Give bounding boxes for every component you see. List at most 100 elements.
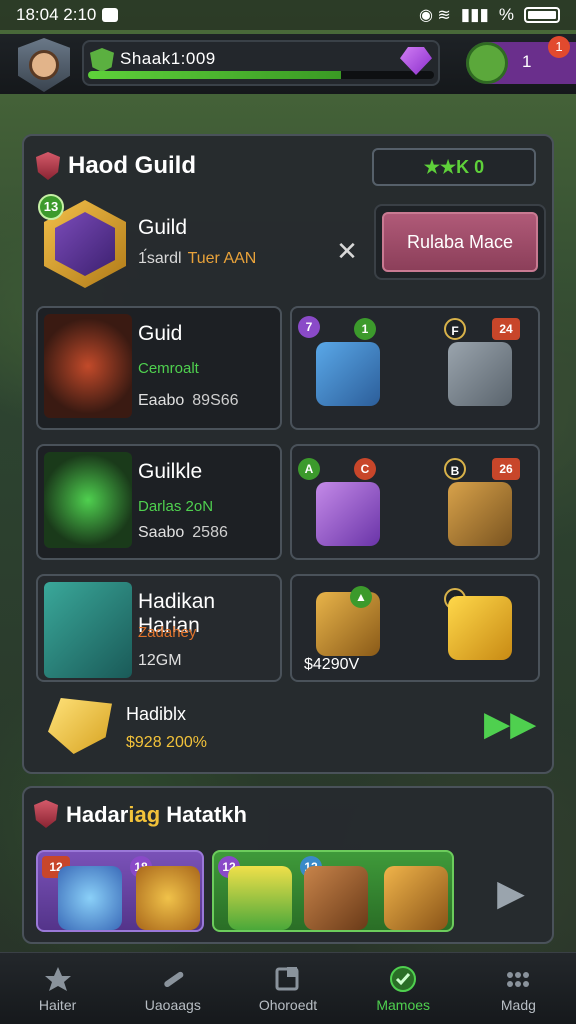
reward-card-1[interactable]: 7 1 F 24 — [290, 306, 540, 430]
status-time: 18:04 2:10 — [16, 5, 97, 24]
friend-avatar-icon — [466, 42, 508, 84]
card-subtitle: Zadahey — [138, 624, 197, 641]
upgrade-icon: ▲ — [350, 586, 372, 608]
horn-icon — [316, 482, 380, 546]
friend-count: 1 — [522, 52, 532, 71]
reward-badge: A — [298, 458, 320, 480]
quest-slot-2[interactable]: 12 12 — [212, 850, 454, 932]
notification-badge: 1 — [548, 36, 570, 58]
card-title: Guid — [138, 322, 183, 345]
wrench-icon — [164, 971, 184, 988]
rating-box: ★★K 0 — [372, 148, 536, 186]
card-stat: Saabo 2586 — [138, 524, 228, 542]
reward-card-2[interactable]: A C B 26 — [290, 444, 540, 560]
nav-item-upgrades[interactable]: Uaoaags — [115, 953, 230, 1024]
barrel-icon — [44, 314, 132, 418]
hero-icon — [44, 452, 132, 548]
card-subtitle: Cemroalt — [138, 360, 199, 377]
status-bar: 18:04 2:10 ◉ ≋ ▮▮▮ % — [0, 0, 576, 30]
card-stat-label: 12GM — [138, 652, 182, 669]
card-subtitle: Darlas 2oN — [138, 498, 214, 515]
nav-item-games[interactable]: Mamoes — [346, 953, 461, 1024]
xp-bar — [88, 71, 434, 79]
card-stat-value: 2586 — [192, 524, 228, 541]
signal-text: % — [498, 5, 514, 24]
reward-card-3[interactable]: ▲ 1 $4290V — [290, 574, 540, 682]
title-part-3: Hatatkh — [160, 802, 247, 827]
nav-label: Haiter — [38, 997, 77, 1013]
chest-icon — [44, 582, 132, 678]
fast-forward-icon[interactable]: ▶▶ — [484, 706, 536, 742]
guild-panel: Haod Guild ★★K 0 13 Guild 1́sardl Tuer AA… — [22, 134, 554, 774]
top-bar: Shaak1:009 1 1 — [0, 34, 576, 94]
quest-panel-title: Hadariag Hatatkh — [66, 802, 247, 828]
quest-panel: Hadariag Hatatkh 12 18 12 12 ▶ — [22, 786, 554, 944]
check-icon — [390, 966, 417, 992]
guild-card-3[interactable]: Hadikan Harian Zadahey 12GM — [36, 574, 282, 682]
star-icon — [44, 967, 71, 991]
barrel-reward-icon — [448, 482, 512, 546]
card-stat-label: Eaabo — [138, 392, 185, 409]
panel-title: Haod Guild — [68, 152, 196, 179]
gold-amount: $928 200% — [126, 734, 207, 751]
guild-level-badge: 13 — [38, 194, 64, 220]
play-icon[interactable]: ▶ — [492, 872, 530, 914]
reward-badge: 7 — [298, 316, 320, 338]
box-icon — [228, 866, 292, 930]
potion-icon — [316, 342, 380, 406]
reward-badge: F — [444, 318, 466, 340]
title-part-1: Hadar — [66, 802, 129, 827]
notification-icon — [102, 8, 119, 22]
guild-subtitle: 1́sardl Tuer AAN — [138, 250, 256, 268]
nav-item-home[interactable]: Haiter — [0, 953, 115, 1024]
reward-badge: 26 — [492, 458, 520, 480]
nav-label: Mamoes — [376, 997, 431, 1013]
reward-badge: 24 — [492, 318, 520, 340]
dots-icon — [507, 972, 530, 987]
guild-card-2[interactable]: Guilkle Darlas 2oN Saabo 2586 — [36, 444, 282, 560]
guild-name: Guild — [138, 216, 188, 239]
reward-badge: 1 — [354, 318, 376, 340]
card-stat-label: Saabo — [138, 524, 185, 541]
guild-crest-inner — [55, 212, 115, 276]
reward-badge: B — [444, 458, 466, 480]
guild-action-button[interactable]: Rulaba Mace — [382, 212, 538, 272]
card-stat-value: 89S66 — [192, 392, 239, 409]
action-frame: Rulaba Mace — [374, 204, 546, 280]
reward-price: $4290V — [304, 656, 360, 673]
close-icon[interactable]: ✕ — [334, 238, 360, 264]
nav-item-more[interactable]: Madg — [461, 953, 576, 1024]
scroll-icon — [448, 342, 512, 406]
bottom-navbar: Haiter Uaoaags Ohoroedt Mamoes Madg — [0, 952, 576, 1024]
edit-icon — [275, 967, 299, 991]
gold-label: Hadiblx — [126, 704, 187, 724]
compass-icon — [58, 866, 122, 930]
gold-row: Hadiblx $928 200% ▶▶ — [38, 694, 542, 764]
friend-box[interactable]: 1 1 — [466, 36, 576, 84]
panel-header: Haod Guild ★★K 0 — [34, 148, 542, 188]
title-part-2: iag — [128, 802, 161, 827]
signal-icon: ▮▮▮ — [460, 5, 489, 24]
quest-slot-1[interactable]: 12 18 — [36, 850, 204, 932]
chest-icon — [384, 866, 448, 930]
avatar-face-icon — [29, 50, 59, 80]
card-stat: 12GM — [138, 652, 182, 670]
guild-card-1[interactable]: Guid Cemroalt Eaabo 89S66 — [36, 306, 282, 430]
nav-label: Ohoroedt — [258, 997, 318, 1013]
player-avatar[interactable] — [18, 38, 70, 92]
treasure-icon — [304, 866, 368, 930]
guild-summary: 13 Guild 1́sardl Tuer AAN ✕ Rulaba Mace — [38, 194, 546, 294]
xp-box: Shaak1:009 — [82, 40, 440, 86]
gear-icon — [136, 866, 200, 930]
guild-tier: Tuer AAN — [187, 250, 257, 267]
reward-badge: C — [354, 458, 376, 480]
xp-bar-fill — [88, 71, 341, 79]
nav-label: Madg — [500, 997, 536, 1013]
guild-subtitle-text: 1́sardl — [138, 250, 182, 267]
card-title: Guilkle — [138, 460, 203, 483]
shield-icon — [36, 152, 60, 180]
card-stat: Eaabo 89S66 — [138, 392, 239, 410]
shield-icon — [34, 800, 58, 828]
nav-item-orders[interactable]: Ohoroedt — [230, 953, 345, 1024]
battery-icon — [524, 7, 560, 23]
